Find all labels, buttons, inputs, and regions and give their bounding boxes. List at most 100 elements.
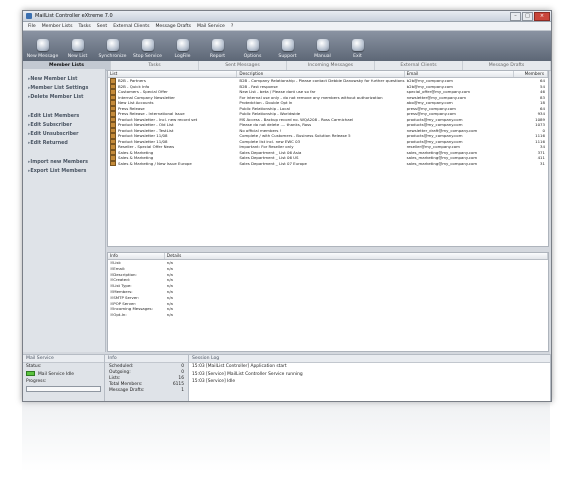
info-value: 1 — [181, 388, 184, 394]
progress-bar — [26, 386, 101, 392]
cell-list: Sales & Marketing / New Issue Europe — [108, 161, 237, 167]
grid-body: B2B - Partners B2B - Company Relationship… — [108, 78, 548, 166]
sidebar-group-import-export: Import new Members Export List Members — [23, 158, 105, 176]
log-line: 15:03 [MailList Controller] Application … — [192, 364, 287, 370]
report-button[interactable]: Report — [202, 33, 233, 61]
tab-message-drafts[interactable]: Message Drafts — [463, 61, 551, 70]
details-panel: Info Details List:n/aEmail:n/aDescriptio… — [107, 252, 549, 352]
exit-icon — [351, 39, 364, 51]
mail-service-panel: Mail Service Status: Mail Service Idle P… — [23, 355, 105, 401]
cell-email: sales_marketing@my_company.com — [406, 160, 478, 166]
menu-bar: File Member Lists Tasks Sent External Cl… — [23, 22, 551, 31]
title-bar: MailList Controller eXtreme 7.0 – □ × — [23, 11, 551, 22]
sidebar-item-edit-subscriber[interactable]: Edit Subscriber — [23, 121, 105, 130]
logfile-icon — [176, 39, 189, 51]
envelope-icon — [36, 39, 49, 51]
info-header: Info — [105, 355, 188, 363]
status-value-row: Mail Service Idle — [23, 370, 104, 378]
cell-members: 31 — [540, 160, 545, 166]
log-line: 15:03 [Service] Idle — [192, 379, 236, 385]
main-area: List Description Email Members B2B - Par… — [107, 70, 549, 352]
app-window: MailList Controller eXtreme 7.0 – □ × Fi… — [22, 10, 552, 402]
column-header-members[interactable]: Members — [514, 71, 548, 77]
sidebar-item-edit-list-members[interactable]: Edit List Members — [23, 112, 105, 121]
session-log-body: 15:03 [MailList Controller] Application … — [189, 363, 550, 386]
menu-file[interactable]: File — [25, 24, 39, 29]
sidebar-item-delete-member-list[interactable]: Delete Member List — [23, 93, 105, 102]
details-value: n/a — [166, 312, 173, 318]
tab-external-clients[interactable]: External Clients — [375, 61, 463, 70]
info-value: 16 — [178, 375, 184, 381]
options-icon — [246, 39, 259, 51]
menu-message-drafts[interactable]: Message Drafts — [152, 24, 194, 29]
info-value: 0 — [181, 369, 184, 375]
add-list-icon — [71, 39, 84, 51]
stop-icon — [141, 39, 154, 51]
info-key: Outgoing: — [109, 369, 131, 375]
status-area: Mail Service Status: Mail Service Idle P… — [23, 354, 551, 401]
info-value: 0 — [181, 363, 184, 369]
logfile-button[interactable]: LogFile — [167, 33, 198, 61]
tab-tasks[interactable]: Tasks — [111, 61, 199, 70]
info-key: Message Drafts: — [109, 388, 145, 394]
info-item: Message Drafts: 1 — [105, 388, 188, 394]
menu-help[interactable]: ? — [228, 24, 236, 29]
maximize-button[interactable]: □ — [522, 11, 533, 21]
sidebar-item-new-member-list[interactable]: New Member List — [23, 75, 105, 84]
status-value: Mail Service Idle — [38, 372, 74, 377]
info-value: 6115 — [172, 382, 184, 388]
sidebar-item-export-list-members[interactable]: Export List Members — [23, 167, 105, 176]
new-list-button[interactable]: New List — [62, 33, 93, 61]
window-reflection — [22, 402, 550, 472]
sidebar-item-edit-unsubscriber[interactable]: Edit Unsubscriber — [23, 130, 105, 139]
menu-external-clients[interactable]: External Clients — [110, 24, 152, 29]
report-icon — [211, 39, 224, 51]
tab-sent-messages[interactable]: Sent Messages — [199, 61, 287, 70]
info-key: Lists: — [109, 375, 121, 381]
window-title: MailList Controller eXtreme 7.0 — [35, 13, 113, 19]
support-button[interactable]: Support — [272, 33, 303, 61]
info-key: Scheduled: — [109, 363, 134, 369]
column-header-details: Details — [165, 253, 548, 259]
details-row: Opt-In:n/a — [108, 312, 548, 318]
info-body: Scheduled: 0 Outgoing: 0 Lists: 16 Total Membe… — [105, 363, 188, 394]
manual-button[interactable]: Manual — [307, 33, 338, 61]
menu-member-lists[interactable]: Member Lists — [39, 24, 76, 29]
stop-service-button[interactable]: Stop Service — [132, 33, 163, 61]
sidebar-group-lists: New Member List Member List Settings Del… — [23, 75, 105, 102]
cell-description: Sales Department _ List 07 Europe — [239, 160, 307, 166]
session-log-panel: Session Log 15:03 [MailList Controller] … — [189, 355, 551, 401]
exit-button[interactable]: Exit — [342, 33, 373, 61]
mail-service-header: Mail Service — [23, 355, 104, 363]
member-list-grid: List Description Email Members B2B - Par… — [107, 70, 549, 247]
table-row[interactable]: Sales & Marketing / New Issue Europe Sale… — [108, 161, 548, 167]
tab-incoming-messages[interactable]: Incoming Messages — [287, 61, 375, 70]
menu-sent[interactable]: Sent — [94, 24, 110, 29]
minimize-button[interactable]: – — [510, 11, 521, 21]
details-body: List:n/aEmail:n/aDescription:n/aCreated:… — [108, 260, 548, 318]
column-header-email[interactable]: Email — [405, 71, 515, 77]
new-message-button[interactable]: New Message — [27, 33, 58, 61]
manual-icon — [316, 39, 329, 51]
status-led-icon — [26, 371, 35, 376]
sidebar-item-member-list-settings[interactable]: Member List Settings — [23, 84, 105, 93]
options-button[interactable]: Options — [237, 33, 268, 61]
toolbar: New Message New List Synchronize Stop Se… — [23, 31, 551, 61]
synchronize-button[interactable]: Synchronize — [97, 33, 128, 61]
column-header-info: Info — [108, 253, 165, 259]
menu-mail-service[interactable]: Mail Service — [194, 24, 228, 29]
details-key: Opt-In: — [108, 312, 165, 318]
sidebar-group-members: Edit List Members Edit Subscriber Edit U… — [23, 112, 105, 148]
info-panel: Info Scheduled: 0 Outgoing: 0 Lists: 16 Total … — [105, 355, 189, 401]
sync-icon — [106, 39, 119, 51]
column-header-description[interactable]: Description — [237, 71, 405, 77]
log-line: 15:03 [Service] MailList Controller Serv… — [192, 371, 303, 377]
menu-tasks[interactable]: Tasks — [75, 24, 93, 29]
close-button[interactable]: × — [534, 11, 550, 21]
column-header-list[interactable]: List — [108, 71, 238, 77]
sidebar-item-import-new-members[interactable]: Import new Members — [23, 158, 105, 167]
session-log-header: Session Log — [189, 355, 550, 363]
progress-label: Progress: — [26, 379, 47, 384]
sidebar: New Member List Member List Settings Del… — [23, 69, 106, 352]
sidebar-item-edit-returned[interactable]: Edit Returned — [23, 139, 105, 148]
